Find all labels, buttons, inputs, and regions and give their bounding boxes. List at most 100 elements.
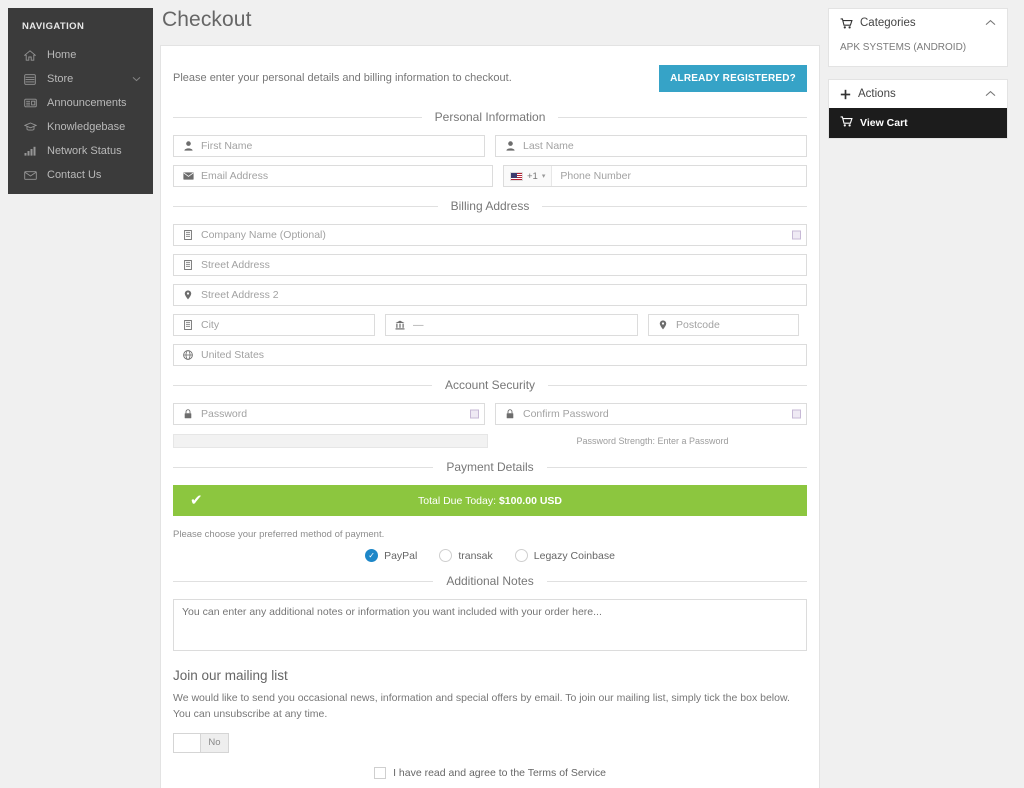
company-name-input[interactable]: Company Name (Optional) [173, 224, 807, 246]
country-code-selector[interactable]: +1 ▾ [504, 166, 553, 186]
state-select[interactable]: — [385, 314, 638, 336]
user-icon [182, 141, 194, 151]
street1-row: Street Address [173, 254, 807, 276]
already-registered-button[interactable]: ALREADY REGISTERED? [659, 65, 807, 92]
sidebar-item-label: Home [47, 49, 77, 61]
terms-of-service-row[interactable]: I have read and agree to the Terms of Se… [173, 766, 807, 779]
city-state-postcode-row: City — Postcode [173, 314, 807, 336]
categories-card: Categories APK SYSTEMS (ANDROID) [828, 8, 1008, 67]
sidebar-item-contact-us[interactable]: Contact Us [8, 163, 153, 187]
mailing-list-title: Join our mailing list [173, 668, 288, 683]
sidebar-item-label: Knowledgebase [47, 121, 126, 133]
cart-icon [840, 116, 853, 130]
home-icon [22, 49, 38, 62]
password-input[interactable]: Password [173, 403, 485, 425]
additional-notes-textarea[interactable] [173, 599, 807, 651]
sidebar-item-home[interactable]: Home [8, 43, 153, 67]
lock-icon [504, 409, 516, 419]
actions-card-header[interactable]: Actions [829, 80, 1007, 108]
last-name-input[interactable]: Last Name [495, 135, 807, 157]
toggle-knob [174, 733, 201, 752]
categories-card-header[interactable]: Categories [829, 9, 1007, 37]
total-due-text: Total Due Today: $100.00 USD [173, 495, 807, 507]
chevron-up-icon [985, 17, 996, 29]
view-cart-button[interactable]: View Cart [829, 108, 1007, 138]
state-value: — [413, 319, 424, 331]
sidebar-item-label: Network Status [47, 145, 122, 157]
phone-country-code: +1 [527, 170, 538, 182]
country-row: United States [173, 344, 807, 366]
password-strength-row: Password Strength: Enter a Password [173, 434, 807, 448]
main-content: Checkout Please enter your personal deta… [160, 0, 820, 788]
toggle-value: No [208, 737, 221, 749]
map-pin-icon [182, 290, 194, 300]
sidebar-item-network-status[interactable]: Network Status [8, 139, 153, 163]
street-address-input[interactable]: Street Address [173, 254, 807, 276]
bank-icon [394, 320, 406, 330]
section-title: Personal Information [434, 110, 546, 124]
actions-card: Actions View Cart [828, 79, 1008, 139]
payment-option-label: transak [458, 549, 493, 562]
sidebar-item-store[interactable]: Store [8, 67, 153, 91]
section-legend-notes: Additional Notes [173, 574, 807, 588]
section-legend-personal: Personal Information [173, 110, 807, 124]
section-title: Billing Address [450, 199, 530, 213]
envelope-icon [182, 172, 194, 180]
us-flag-icon [510, 171, 523, 181]
announcements-icon [22, 97, 38, 110]
mailing-list-description: We would like to send you occasional new… [173, 692, 790, 721]
contact-row: Email Address +1 ▾ Phone Number [173, 165, 807, 187]
payment-option-label: PayPal [384, 549, 418, 562]
city-input[interactable]: City [173, 314, 375, 336]
panel-header: Please enter your personal details and b… [173, 58, 807, 98]
sidebar-item-knowledgebase[interactable]: Knowledgebase [8, 115, 153, 139]
payment-option-legazy-coinbase[interactable]: Legazy Coinbase [514, 549, 615, 562]
payment-option-transak[interactable]: transak [439, 549, 493, 562]
password-row: Password Confirm Password [173, 403, 807, 425]
contact-icon [22, 169, 38, 182]
street-address-2-placeholder: Street Address 2 [201, 289, 279, 301]
checkout-form-panel: Please enter your personal details and b… [160, 45, 820, 788]
lock-icon [182, 409, 194, 419]
first-name-input[interactable]: First Name [173, 135, 485, 157]
radio-icon[interactable] [514, 549, 528, 562]
category-item[interactable]: APK SYSTEMS (ANDROID) [840, 39, 996, 56]
network-status-icon [22, 145, 38, 158]
categories-card-body: APK SYSTEMS (ANDROID) [829, 37, 1007, 66]
total-due-amount: $100.00 USD [498, 494, 562, 507]
chevron-up-icon [985, 88, 996, 100]
sidebar-item-label: Announcements [47, 97, 127, 109]
sidebar-item-label: Contact Us [47, 169, 102, 181]
email-placeholder: Email Address [201, 170, 269, 182]
cart-icon [840, 17, 853, 29]
country-select[interactable]: United States [173, 344, 807, 366]
phone-placeholder: Phone Number [560, 170, 631, 182]
sidebar-item-announcements[interactable]: Announcements [8, 91, 153, 115]
email-input[interactable]: Email Address [173, 165, 493, 187]
terms-checkbox[interactable] [374, 766, 387, 779]
autofill-badge-icon[interactable] [792, 409, 801, 419]
autofill-badge-icon[interactable] [470, 409, 479, 419]
street-address-placeholder: Street Address [201, 259, 270, 271]
user-icon [504, 141, 516, 151]
building-icon [182, 230, 194, 240]
map-pin-icon [657, 320, 669, 330]
mailing-list-toggle[interactable]: No [173, 732, 229, 753]
street-address-2-input[interactable]: Street Address 2 [173, 284, 807, 306]
page-title: Checkout [162, 8, 252, 31]
section-title: Account Security [444, 378, 536, 392]
confirm-password-input[interactable]: Confirm Password [495, 403, 807, 425]
navigation-header: NAVIGATION [22, 21, 85, 32]
postcode-placeholder: Postcode [676, 319, 720, 331]
country-value: United States [201, 349, 265, 361]
payment-option-paypal[interactable]: ✓ PayPal [365, 549, 417, 562]
radio-icon[interactable]: ✓ [365, 549, 379, 562]
autofill-badge-icon[interactable] [792, 230, 801, 240]
left-navigation-sidebar: NAVIGATION Home Store Announcements Know… [8, 8, 153, 194]
radio-icon[interactable] [439, 549, 453, 562]
first-name-placeholder: First Name [201, 140, 253, 152]
knowledgebase-icon [22, 121, 38, 134]
chevron-down-icon: ▾ [541, 173, 546, 180]
phone-input[interactable]: +1 ▾ Phone Number [503, 165, 807, 187]
postcode-input[interactable]: Postcode [648, 314, 799, 336]
